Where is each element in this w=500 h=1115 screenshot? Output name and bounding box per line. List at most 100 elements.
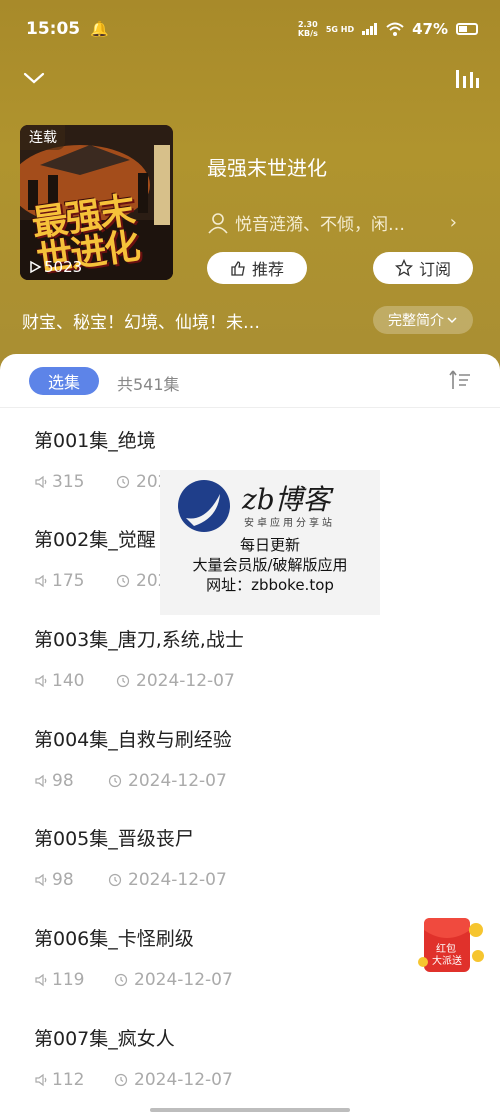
serializing-tag: 连载 xyxy=(20,125,65,150)
equalizer-icon[interactable] xyxy=(454,64,480,90)
notification-bell-icon: 🔔 xyxy=(90,20,109,38)
clock-icon xyxy=(108,873,122,887)
speed-value: 2.30 xyxy=(297,20,318,29)
chevron-right-icon: › xyxy=(449,212,457,233)
person-icon xyxy=(208,212,228,234)
status-time: 15:05 xyxy=(26,19,81,39)
book-title: 最强末世进化 xyxy=(207,156,327,180)
chevron-down-icon xyxy=(447,317,457,324)
episode-meta: 119 2024-12-07 xyxy=(34,970,233,990)
episode-date: 2024-12-07 xyxy=(108,870,227,890)
play-icon xyxy=(30,260,42,274)
promo-label-top: 红包 xyxy=(436,942,456,955)
episode-play-count: 112 xyxy=(34,1070,114,1090)
battery-percent: 47% xyxy=(412,20,448,38)
episode-item[interactable]: 第004集_自救与刷经验 98 2024-12-07 xyxy=(34,725,474,815)
episode-date-value: 2024-12-07 xyxy=(134,1070,233,1090)
watermark-subtitle: 安卓应用分享站 xyxy=(244,518,335,529)
full-intro-button[interactable]: 完整简介 xyxy=(373,306,473,334)
subscribe-label: 订阅 xyxy=(418,260,451,279)
promo-label-bottom: 大派送 xyxy=(432,954,462,967)
episode-date-value: 2024-12-07 xyxy=(128,771,227,791)
speed-unit: KB/s xyxy=(297,29,318,38)
recommend-label: 推荐 xyxy=(251,260,284,279)
episode-title: 第003集_唐刀,系统,战士 xyxy=(34,629,244,651)
book-cover[interactable]: 最强末世进化 连载 5023 xyxy=(20,125,173,280)
nav-row xyxy=(0,58,500,100)
episode-date-value: 2024-12-07 xyxy=(136,671,235,691)
speaker-icon xyxy=(35,574,47,588)
speaker-icon xyxy=(35,475,47,489)
clock-icon xyxy=(114,973,128,987)
episode-title: 第007集_疯女人 xyxy=(34,1028,175,1050)
speaker-icon xyxy=(35,674,47,688)
wifi-icon xyxy=(386,22,404,36)
cover-play-count: 5023 xyxy=(28,258,82,276)
status-right: 2.30 KB/s 5G HD 47% xyxy=(298,20,478,38)
episode-date: 2024-12-07 xyxy=(114,970,233,990)
thumbs-up-icon xyxy=(231,261,245,276)
collapse-chevron-icon[interactable] xyxy=(22,66,46,90)
episode-meta: 140 2024-12-07 xyxy=(34,671,235,691)
episode-total: 共541集 xyxy=(117,375,180,394)
red-packet-icon: 红包 大派送 xyxy=(418,918,484,972)
episode-play-count-value: 98 xyxy=(52,870,74,890)
clock-icon xyxy=(116,475,130,489)
episode-title: 第002集_觉醒 xyxy=(34,529,156,551)
watermark-brand: zb博客 xyxy=(242,483,331,516)
episode-play-count: 119 xyxy=(34,970,114,990)
episode-title: 第001集_绝境 xyxy=(34,430,156,452)
network-speed: 2.30 KB/s xyxy=(298,20,318,38)
speaker-icon xyxy=(35,1073,47,1087)
episode-play-count-value: 112 xyxy=(52,1070,85,1090)
clock-icon xyxy=(114,1073,128,1087)
episode-date-value: 2024-12-07 xyxy=(128,870,227,890)
panel-divider xyxy=(0,407,500,408)
episode-item[interactable]: 第007集_疯女人 112 2024-12-07 xyxy=(34,1024,474,1114)
episode-title: 第006集_卡怪刷级 xyxy=(34,928,194,950)
episode-play-count-value: 315 xyxy=(52,472,85,492)
episode-play-count: 175 xyxy=(34,571,116,591)
episode-meta: 98 2024-12-07 xyxy=(34,870,227,890)
episode-play-count-value: 140 xyxy=(52,671,85,691)
star-icon xyxy=(394,259,413,277)
subscribe-button[interactable]: 订阅 xyxy=(373,252,473,284)
episode-play-count: 98 xyxy=(34,870,108,890)
watermark-line-2: 大量会员版/破解版应用 xyxy=(192,556,348,574)
episode-play-count: 315 xyxy=(34,472,116,492)
full-intro-label: 完整简介 xyxy=(388,313,444,329)
tab-episodes[interactable]: 选集 xyxy=(29,367,99,395)
episode-item[interactable]: 第003集_唐刀,系统,战士 140 2024-12-07 xyxy=(34,625,474,715)
cover-play-count-value: 5023 xyxy=(44,258,83,276)
episode-item[interactable]: 第005集_晋级丧尸 98 2024-12-07 xyxy=(34,824,474,914)
episode-date: 2024-12-07 xyxy=(116,671,235,691)
red-packet-promo[interactable]: 红包 大派送 xyxy=(418,912,486,976)
episode-item[interactable]: 第006集_卡怪刷级 119 2024-12-07 xyxy=(34,924,474,1014)
episode-play-count: 98 xyxy=(34,771,108,791)
episode-meta: 98 2024-12-07 xyxy=(34,771,227,791)
header-background: 15:05 🔔 2.30 KB/s 5G HD 47% 最强末世进化 连载 50… xyxy=(0,0,500,380)
zb-logo-icon xyxy=(178,480,230,532)
signal-icon xyxy=(362,23,378,35)
network-type: 5G HD xyxy=(325,24,355,34)
episode-play-count-value: 98 xyxy=(52,771,74,791)
clock-icon xyxy=(108,774,122,788)
watermark-overlay: zb博客 安卓应用分享站 每日更新 大量会员版/破解版应用 网址：zbboke.… xyxy=(160,470,380,615)
episode-play-count: 140 xyxy=(34,671,116,691)
status-bar: 15:05 🔔 2.30 KB/s 5G HD 47% xyxy=(0,0,500,58)
episode-play-count-value: 175 xyxy=(52,571,85,591)
home-indicator[interactable] xyxy=(150,1108,350,1112)
episode-date: 2024-12-07 xyxy=(114,1070,233,1090)
episode-title: 第004集_自救与刷经验 xyxy=(34,729,232,751)
episode-meta: 112 2024-12-07 xyxy=(34,1070,233,1090)
speaker-icon xyxy=(35,774,47,788)
authors-text: 悦音涟漪、不倾，闲… xyxy=(235,215,405,235)
clock-icon xyxy=(116,674,130,688)
sort-icon[interactable] xyxy=(448,368,472,392)
speaker-icon xyxy=(35,873,47,887)
recommend-button[interactable]: 推荐 xyxy=(207,252,307,284)
battery-icon xyxy=(456,23,478,35)
authors-row[interactable]: 悦音涟漪、不倾，闲… › xyxy=(207,210,457,235)
episode-date-value: 2024-12-07 xyxy=(134,970,233,990)
episode-play-count-value: 119 xyxy=(52,970,85,990)
